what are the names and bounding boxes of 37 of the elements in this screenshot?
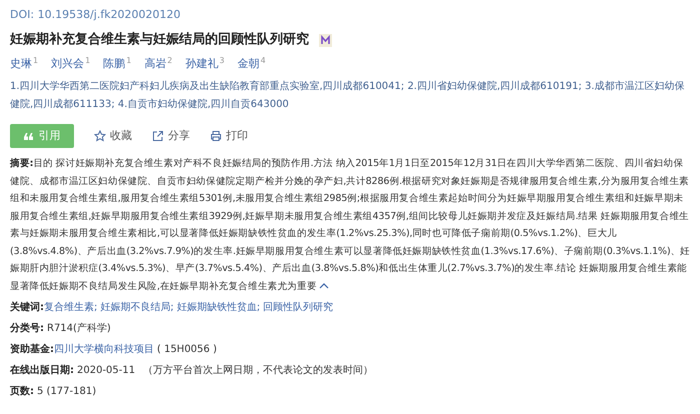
keyword-link[interactable]: 妊娠期不良结局	[100, 300, 170, 315]
fund-link[interactable]: 四川大学横向科技项目	[54, 342, 154, 357]
separator: ;	[256, 301, 260, 315]
share-button[interactable]: 分享	[152, 128, 190, 144]
field-label: 资助基金:	[10, 342, 54, 357]
field-value: 5 (177-181)	[37, 385, 96, 399]
affiliations: 1.四川大学华西第二医院妇产科妇儿疾病及出生缺陷教育部重点实验室,四川成都610041; 2.四川省妇幼保健院,四川成都610191; 3.成都市温江区妇幼保健院,四川成都611133; 4.自贡市妇幼保健院,四川自贡643000	[10, 80, 686, 112]
favorite-button[interactable]: 收藏	[94, 128, 132, 144]
printer-icon	[210, 130, 222, 142]
share-icon	[152, 130, 164, 142]
keyword-link[interactable]: 回顾性队列研究	[263, 300, 334, 315]
author-link[interactable]: 史琳$^{1}$	[10, 57, 38, 71]
author-link[interactable]: 高岩$^{2}$	[144, 57, 172, 71]
star-icon	[94, 130, 106, 142]
field-label: 在线出版日期:	[10, 364, 74, 378]
keywords-label: 关键词:	[10, 300, 44, 315]
keyword-link[interactable]: 复合维生素	[44, 300, 94, 315]
abstract-text: 摘要:目的 探讨妊娠期补充复合维生素对产科不良妊娠结局的预防作用.方法 纳入2015年1月1日至2015年12月31日在四川大学华西第二医院、四川省妇幼保健院、成都市温江区妇幼保健院、自贡市妇幼保健院定期产检并分娩的孕产妇,共计8286例.根据研究对象妊娠期是否规律服用复合维生素,分为服用复合维生素组和未服用复合维生素组,服用复合维生素组5301例,未服用复合维生素组2985例;根据服用复合维生素起始时间分为妊娠早期服用复合维生素组和妊娠早期未服用复合维生素组,妊娠早期服用复合维生素组3929例,妊娠早期未服用复合维生素组4357例,组间比较母儿妊娠期并发症及妊娠结局.结果 妊娠期服用复合维生素与妊娠期未服用复合维生素相比,可以显著降低妊娠期缺铁性贫血的发生率(1.2%vs.25.3%),同时也可降低子痫前期(0.5%vs.1.2%)、巨大儿(3.8%vs.4.8%)、产后出血(3.2%vs.7.9%)的发生率.妊娠早期服用复合维生素可以显著降低妊娠期缺铁性贫血(1.3%vs.17.6%)、子痫前期(0.3%vs.1.1%)、妊娠期肝内胆汁淤积症(3.4%vs.5.3%)、早产(3.7%vs.5.4%)、产后出血(3.8%vs.5.8%)和低出生体重儿(2.7%vs.3.7%)的发生率.结论 妊娠期服用复合维生素能显著降低妊娠期不良结局发生风险,在妊娠早期补充复合维生素尤为重要	[10, 156, 690, 294]
author-link[interactable]: 陈鹏$^{1}$	[103, 57, 132, 71]
article-title: 妊娠期补充复合维生素与妊娠结局的回顾性队列研究	[10, 31, 309, 49]
author-link[interactable]: 金朝$^{4}$	[237, 57, 266, 71]
field-value: 2020-05-11	[77, 364, 136, 378]
keyword-link[interactable]: 妊娠期缺铁性贫血	[176, 300, 257, 315]
collapse-icon[interactable]	[318, 282, 329, 290]
doi-link[interactable]: DOI: 10.19538/j.fk2020020120	[10, 7, 181, 23]
logo-icon	[319, 34, 332, 46]
author-link[interactable]: 孙建礼$^{3}$	[185, 57, 224, 71]
field-label: 分类号:	[10, 322, 44, 336]
author-link[interactable]: 刘兴会$^{1}$	[51, 57, 90, 71]
print-button[interactable]: 打印	[210, 128, 248, 144]
date-note: （万方平台首次上网日期，不代表论文的发表时间）	[143, 364, 374, 378]
field-value: R714(产科学)	[47, 322, 111, 336]
field-label: 页数:	[10, 384, 34, 399]
separator: ;	[94, 301, 98, 315]
separator: ;	[170, 301, 174, 315]
fund-code: ( 15H0056 )	[157, 343, 217, 357]
quote-icon	[24, 132, 32, 140]
